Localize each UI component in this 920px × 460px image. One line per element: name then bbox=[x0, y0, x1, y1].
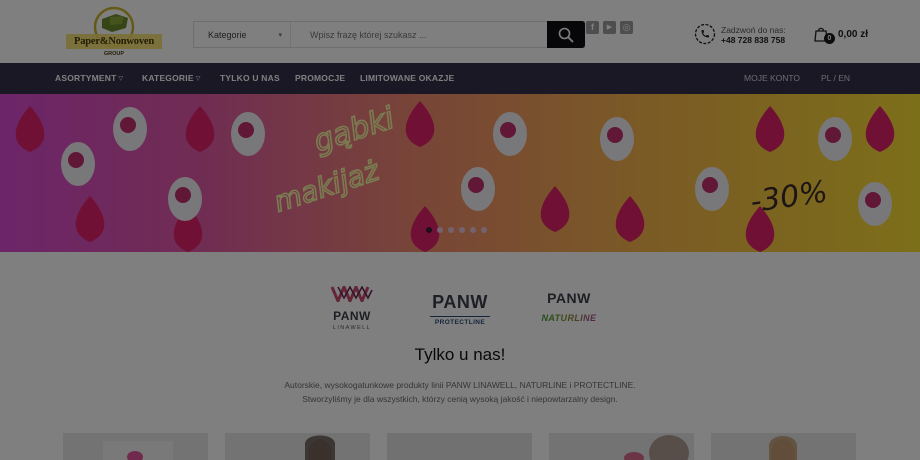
contact-phone[interactable]: +48 728 838 758 bbox=[721, 35, 785, 45]
sponge-drop-icon bbox=[405, 101, 435, 147]
chevron-down-icon: ▽ bbox=[118, 76, 124, 82]
product-image bbox=[624, 435, 689, 460]
product-card[interactable] bbox=[387, 433, 532, 460]
brand-protectline[interactable]: PANW PROTECTLINE bbox=[430, 292, 490, 326]
product-card[interactable] bbox=[711, 433, 856, 460]
category-select-label: Kategorie bbox=[208, 30, 247, 40]
banner-headline-line1: gąbki bbox=[310, 101, 400, 160]
search-bar: Kategorie ▾ bbox=[193, 21, 585, 48]
brand-line: PROTECTLINE bbox=[430, 316, 490, 326]
brand-line: LINAWELL bbox=[332, 325, 372, 331]
main-nav: ASORTYMENT ▽ KATEGORIE ▽ TYLKO U NAS PROMO… bbox=[0, 63, 920, 94]
puff-pack-icon bbox=[858, 182, 892, 226]
logo-text: Paper&Nonwoven bbox=[73, 36, 155, 47]
search-input[interactable] bbox=[292, 22, 548, 47]
nav-item-kategorie[interactable]: KATEGORIE ▽ bbox=[142, 73, 201, 83]
puff-pack-icon bbox=[168, 177, 202, 221]
brand-naturline[interactable]: PANW NATURLINE bbox=[536, 290, 602, 323]
facebook-icon[interactable]: f bbox=[586, 21, 599, 34]
linawell-logo-icon bbox=[330, 283, 373, 305]
sponge-drop-icon bbox=[410, 206, 440, 252]
puff-pack-icon bbox=[600, 117, 634, 161]
phone-support-icon bbox=[694, 23, 716, 45]
section-description-line2: Stworzyliśmy je dla wszystkich, którzy c… bbox=[302, 394, 618, 404]
sponge-drop-icon bbox=[15, 106, 45, 152]
nav-item-label: KATEGORIE bbox=[142, 73, 194, 83]
nav-item-limitowane-okazje[interactable]: LIMITOWANE OKAZJE bbox=[360, 73, 454, 83]
puff-pack-icon bbox=[493, 112, 527, 156]
search-icon bbox=[558, 27, 574, 42]
puff-pack-icon bbox=[61, 142, 95, 186]
slider-dot[interactable] bbox=[459, 227, 465, 233]
sponge-drop-icon bbox=[865, 106, 895, 152]
cart-count-badge: 0 bbox=[824, 33, 835, 44]
logo-subtext: GROUP bbox=[103, 51, 125, 57]
puff-pack-icon bbox=[461, 167, 495, 211]
sponge-drop-icon bbox=[615, 196, 645, 242]
sponge-drop-icon bbox=[185, 106, 215, 152]
product-card[interactable] bbox=[549, 433, 694, 460]
language-switcher: PL / EN bbox=[821, 73, 850, 83]
banner-headline-line2: makijaż bbox=[270, 153, 384, 218]
sponge-drop-icon bbox=[755, 106, 785, 152]
lang-en[interactable]: EN bbox=[838, 73, 850, 83]
site-logo[interactable]: Paper&Nonwoven GROUP bbox=[66, 6, 162, 58]
lang-pl[interactable]: PL bbox=[821, 73, 831, 83]
slider-dot[interactable] bbox=[448, 227, 454, 233]
product-image bbox=[103, 441, 173, 460]
product-image bbox=[769, 436, 797, 460]
puff-pack-icon bbox=[818, 117, 852, 161]
product-image bbox=[305, 435, 335, 460]
banner-discount: -30% bbox=[748, 174, 830, 219]
my-account-link[interactable]: MOJE KONTO bbox=[744, 73, 800, 83]
product-card[interactable] bbox=[63, 433, 208, 460]
sponge-drop-icon bbox=[540, 186, 570, 232]
search-button[interactable] bbox=[547, 21, 585, 48]
brand-line: NATURLINE bbox=[536, 313, 602, 323]
puff-pack-icon bbox=[113, 107, 147, 151]
cart-total[interactable]: 0,00 zł bbox=[838, 29, 868, 40]
nav-item-promocje[interactable]: PROMOCJE bbox=[295, 73, 345, 83]
brand-name: PANW bbox=[547, 290, 591, 306]
brand-linawell[interactable]: PANW LINAWELL bbox=[326, 283, 378, 331]
nav-item-tylko-u-nas[interactable]: TYLKO U NAS bbox=[220, 73, 280, 83]
nav-item-label: ASORTYMENT bbox=[55, 73, 117, 83]
chevron-down-icon: ▾ bbox=[278, 32, 282, 39]
category-select[interactable]: Kategorie ▾ bbox=[194, 22, 291, 47]
chevron-down-icon: ▽ bbox=[195, 76, 201, 82]
slider-dot[interactable] bbox=[437, 227, 443, 233]
section-title: Tylko u nas! bbox=[414, 345, 506, 364]
instagram-icon[interactable]: ◎ bbox=[620, 21, 633, 34]
slider-dot[interactable] bbox=[426, 227, 432, 233]
youtube-icon[interactable]: ▶ bbox=[603, 21, 616, 34]
contact-label: Zadzwoń do nas: bbox=[721, 25, 786, 35]
puff-pack-icon bbox=[231, 112, 265, 156]
nav-item-asortyment[interactable]: ASORTYMENT ▽ bbox=[55, 73, 123, 83]
site-header: Paper&Nonwoven GROUP Kategorie ▾ f ▶ ◎ Z… bbox=[0, 0, 920, 63]
slider-dot[interactable] bbox=[481, 227, 487, 233]
product-image bbox=[387, 433, 532, 460]
brand-name: PANW bbox=[333, 309, 371, 323]
slider-dot[interactable] bbox=[470, 227, 476, 233]
product-card[interactable] bbox=[225, 433, 370, 460]
sponge-drop-icon bbox=[75, 196, 105, 242]
section-description-line1: Autorskie, wysokogatunkowe produkty lini… bbox=[284, 380, 636, 390]
brand-name: PANW bbox=[432, 292, 488, 312]
puff-pack-icon bbox=[695, 167, 729, 211]
